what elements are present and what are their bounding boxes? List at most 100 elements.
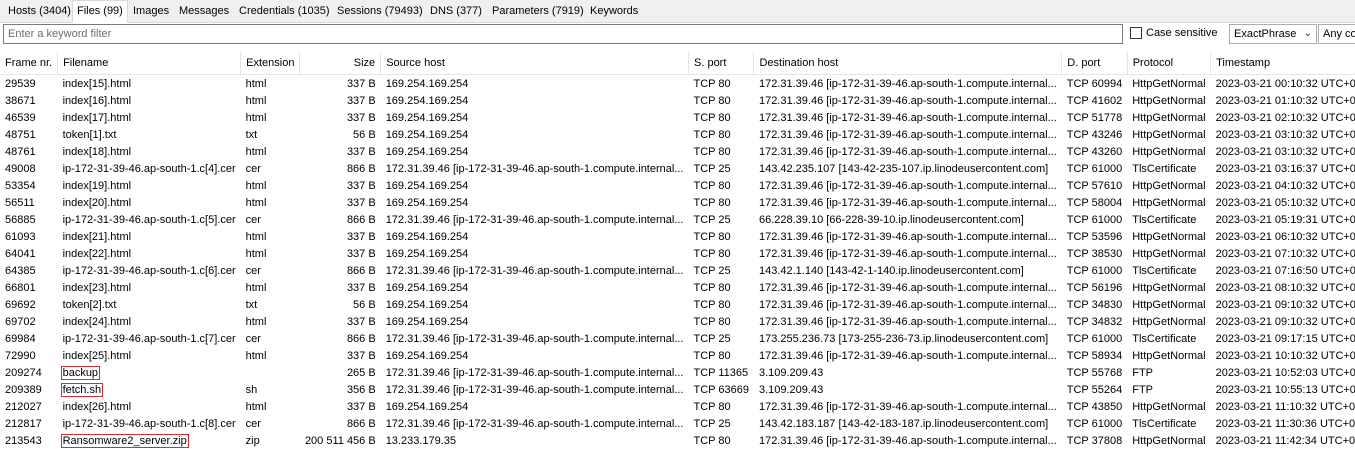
- case-sensitive-checkbox[interactable]: [1130, 27, 1142, 40]
- table-row[interactable]: 72990 index[25].html html 337 B 169.254.169.…: [0, 347, 1355, 364]
- protocol-cell: HttpGetNormal: [1132, 196, 1206, 209]
- tab-messages[interactable]: Messages: [175, 2, 233, 21]
- table-row[interactable]: 212817 ip-172-31-39-46.ap-south-1.c[8].ce…: [0, 415, 1355, 432]
- extension-cell: html: [245, 230, 267, 243]
- protocol-cell: HttpGetNormal: [1132, 128, 1206, 141]
- timestamp-cell: 2023-03-21 03:10:32 UTC+00: [1215, 128, 1355, 141]
- highlighted-filename: fetch.sh: [60, 382, 104, 397]
- col-header-source-host[interactable]: Source host: [380, 52, 689, 75]
- source-host-cell: 169.254.169.254: [385, 349, 469, 362]
- protocol-cell: HttpGetNormal: [1132, 434, 1206, 447]
- source-port-cell: TCP 80: [693, 281, 731, 294]
- timestamp-cell: 2023-03-21 04:10:32 UTC+00: [1215, 179, 1355, 192]
- extension-cell: html: [245, 247, 267, 260]
- tab-hosts[interactable]: Hosts (3404): [4, 2, 75, 21]
- frame-cell: 69984: [5, 332, 36, 345]
- table-row[interactable]: 66801 index[23].html html 337 B 169.254.169.…: [0, 279, 1355, 296]
- col-header-size[interactable]: Size: [299, 52, 382, 75]
- tab-sessions[interactable]: Sessions (79493): [333, 2, 427, 21]
- filename-cell: index[16].html: [62, 94, 132, 107]
- filename-cell: backup: [58, 364, 241, 381]
- table-row[interactable]: 69692 token[2].txt txt 56 B 169.254.169.254 T…: [0, 296, 1355, 313]
- destination-host-cell: 172.31.39.46 [ip-172-31-39-46.ap-south-1…: [758, 179, 1057, 192]
- extension-cell: cer: [245, 332, 261, 345]
- destination-host-cell: 3.109.209.43: [758, 383, 824, 396]
- table-row[interactable]: 209389 fetch.sh sh 356 B 172.31.39.46 [ip-17…: [0, 381, 1355, 398]
- match-mode-value: ExactPhrase: [1234, 28, 1297, 40]
- frame-cell: 209274: [5, 366, 42, 379]
- source-port-cell: TCP 25: [693, 213, 731, 226]
- tab-images[interactable]: Images: [129, 2, 173, 21]
- match-mode-select[interactable]: ExactPhrase ⌄: [1229, 24, 1317, 44]
- source-host-cell: 169.254.169.254: [385, 281, 469, 294]
- tab-keywords[interactable]: Keywords: [586, 2, 642, 21]
- table-row[interactable]: 69984 ip-172-31-39-46.ap-south-1.c[7].cer…: [0, 330, 1355, 347]
- destination-port-cell: TCP 53596: [1066, 230, 1123, 243]
- table-row[interactable]: 49008 ip-172-31-39-46.ap-south-1.c[4].cer…: [0, 160, 1355, 177]
- protocol-cell: HttpGetNormal: [1132, 400, 1206, 413]
- table-row[interactable]: 56885 ip-172-31-39-46.ap-south-1.c[5].cer…: [0, 211, 1355, 228]
- destination-port-cell: TCP 55768: [1066, 366, 1123, 379]
- size-cell: 866 B: [346, 162, 376, 175]
- extension-cell: [241, 364, 300, 381]
- col-header-filename[interactable]: Filename: [57, 52, 242, 75]
- chevron-down-icon: ⌄: [1303, 28, 1312, 39]
- protocol-cell: HttpGetNormal: [1132, 179, 1206, 192]
- col-header-source-port[interactable]: S. port: [688, 52, 755, 75]
- table-row[interactable]: 209274 backup 265 B 172.31.39.46 [ip-172-31…: [0, 364, 1355, 381]
- frame-cell: 38671: [5, 94, 36, 107]
- col-header-destination-host[interactable]: Destination host: [753, 52, 1063, 75]
- col-header-destination-port[interactable]: D. port: [1061, 52, 1128, 75]
- size-cell: 56 B: [353, 128, 376, 141]
- table-row[interactable]: 48751 token[1].txt txt 56 B 169.254.169.254 T…: [0, 126, 1355, 143]
- timestamp-cell: 2023-03-21 11:10:32 UTC+00: [1215, 400, 1355, 413]
- size-cell: 200 511 456 B: [304, 434, 376, 447]
- col-header-extension[interactable]: Extension: [240, 52, 301, 75]
- source-port-cell: TCP 80: [693, 230, 731, 243]
- source-host-cell: 169.254.169.254: [385, 94, 469, 107]
- destination-host-cell: 172.31.39.46 [ip-172-31-39-46.ap-south-1…: [758, 145, 1057, 158]
- source-host-cell: 169.254.169.254: [385, 111, 469, 124]
- table-row[interactable]: 48761 index[18].html html 337 B 169.254.169.…: [0, 143, 1355, 160]
- table-row[interactable]: 212027 index[26].html html 337 B 169.254.169…: [0, 398, 1355, 415]
- filename-cell: index[19].html: [62, 179, 132, 192]
- timestamp-cell: 2023-03-21 01:10:32 UTC+00: [1215, 94, 1355, 107]
- table-row[interactable]: 38671 index[16].html html 337 B 169.254.169.…: [0, 92, 1355, 109]
- tab-files[interactable]: Files (99): [72, 0, 128, 23]
- tab-dns[interactable]: DNS (377): [426, 2, 486, 21]
- frame-cell: 46539: [5, 111, 36, 124]
- frame-cell: 69692: [5, 298, 36, 311]
- destination-port-cell: TCP 61000: [1066, 264, 1123, 277]
- table-row[interactable]: 46539 index[17].html html 337 B 169.254.169.…: [0, 109, 1355, 126]
- table-row[interactable]: 61093 index[21].html html 337 B 169.254.169.…: [0, 228, 1355, 245]
- table-row[interactable]: 64041 index[22].html html 337 B 169.254.169.…: [0, 245, 1355, 262]
- destination-host-cell: 143.42.235.107 [143-42-235-107.ip.linode…: [758, 162, 1049, 175]
- extension-cell: txt: [245, 298, 258, 311]
- keyword-filter-input[interactable]: [3, 24, 1123, 44]
- case-sensitive-label: Case sensitive: [1146, 27, 1218, 40]
- destination-host-cell: 172.31.39.46 [ip-172-31-39-46.ap-south-1…: [758, 94, 1057, 107]
- frame-cell: 53354: [5, 179, 36, 192]
- col-header-protocol[interactable]: Protocol: [1127, 52, 1212, 75]
- tab-parameters[interactable]: Parameters (7919): [488, 2, 588, 21]
- table-row[interactable]: 56511 index[20].html html 337 B 169.254.169.…: [0, 194, 1355, 211]
- tab-credentials[interactable]: Credentials (1035): [235, 2, 334, 21]
- col-header-frame[interactable]: Frame nr.: [0, 52, 59, 75]
- size-cell: 265 B: [346, 366, 376, 379]
- case-sensitive-toggle[interactable]: Case sensitive: [1130, 27, 1218, 43]
- frame-cell: 29539: [5, 77, 36, 90]
- timestamp-cell: 2023-03-21 11:42:34 UTC+00: [1215, 434, 1355, 447]
- source-port-cell: TCP 25: [693, 162, 731, 175]
- column-select[interactable]: Any col: [1318, 24, 1355, 44]
- table-row[interactable]: 69702 index[24].html html 337 B 169.254.169.…: [0, 313, 1355, 330]
- table-row[interactable]: 29539 index[15].html html 337 B 169.254.169.…: [0, 75, 1355, 93]
- table-row[interactable]: 213543 Ransomware2_server.zip zip 200 511 4…: [0, 432, 1355, 449]
- size-cell: 866 B: [346, 213, 376, 226]
- size-cell: 337 B: [346, 349, 376, 362]
- table-row[interactable]: 64385 ip-172-31-39-46.ap-south-1.c[6].cer…: [0, 262, 1355, 279]
- table-row[interactable]: 53354 index[19].html html 337 B 169.254.169.…: [0, 177, 1355, 194]
- filename-cell: ip-172-31-39-46.ap-south-1.c[5].cer: [62, 213, 236, 226]
- source-host-cell: 169.254.169.254: [385, 179, 469, 192]
- col-header-timestamp[interactable]: Timestamp: [1210, 52, 1355, 75]
- filename-cell: index[15].html: [62, 77, 132, 90]
